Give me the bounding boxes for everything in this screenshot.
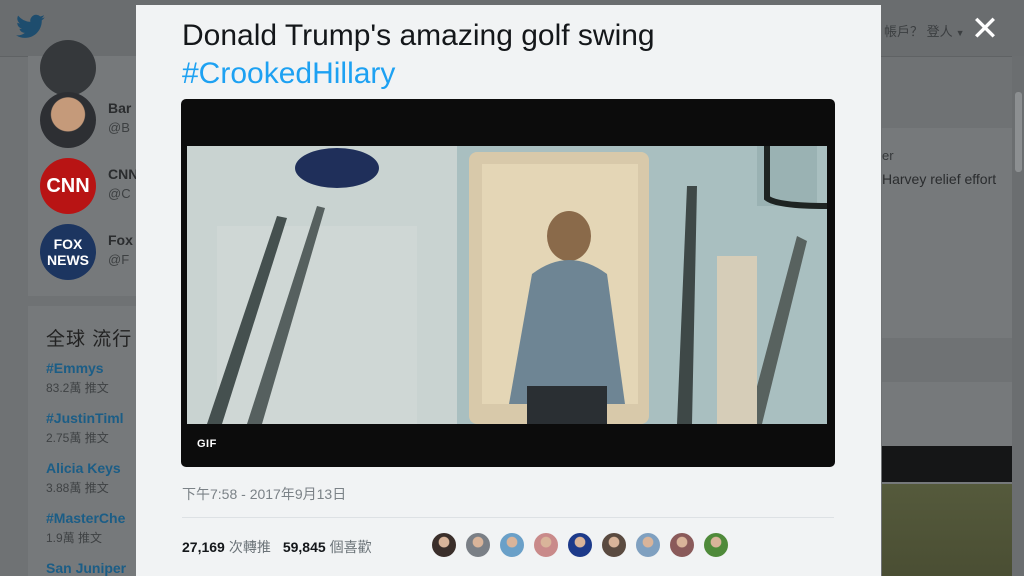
- liker-avatar[interactable]: [498, 531, 526, 559]
- trend-item[interactable]: Alicia Keys 3.88萬 推文: [46, 460, 121, 496]
- trend-name: San Juniper: [46, 560, 127, 576]
- who-to-follow-card: Bar @B CNN CNN @C FOX NEWS Fox @F: [28, 40, 139, 296]
- tweet-stats: 27,169 次轉推 59,845 個喜歡: [182, 537, 372, 557]
- avatar: [40, 40, 96, 96]
- trend-item[interactable]: #JustinTiml 2.75萬 推文: [46, 410, 124, 446]
- hashtag-link[interactable]: #CrookedHillary: [182, 55, 395, 93]
- trend-name: Alicia Keys: [46, 460, 121, 476]
- liker-avatar[interactable]: [566, 531, 594, 559]
- account-name: Bar: [108, 100, 132, 116]
- like-label: 個喜歡: [329, 539, 372, 555]
- account-handle: @B: [108, 120, 130, 135]
- like-count: 59,845: [282, 539, 326, 555]
- trends-card: 全球 流行 #Emmys 83.2萬 推文 #JustinTiml 2.75萬 …: [28, 306, 136, 576]
- retweet-label: 次轉推: [228, 539, 271, 555]
- trend-count: 2.75萬 推文: [46, 431, 109, 445]
- right-column: er Harvey relief effort: [882, 56, 1024, 576]
- liker-avatar[interactable]: [464, 531, 492, 559]
- scrollbar-thumb[interactable]: [1015, 92, 1022, 172]
- close-icon[interactable]: ✕: [968, 12, 1002, 46]
- trend-count: 1.9萬 推文: [46, 531, 103, 545]
- liker-avatar[interactable]: [702, 531, 730, 559]
- gif-frame-image: [187, 146, 827, 424]
- retweet-stat[interactable]: 27,169 次轉推: [182, 539, 271, 555]
- like-stat[interactable]: 59,845 個喜歡: [283, 539, 372, 555]
- trend-count: 3.88萬 推文: [46, 481, 109, 495]
- account-login-menu[interactable]: 帳戶？ 登人 ▼: [884, 21, 965, 40]
- divider: [182, 517, 834, 518]
- right-panel: [882, 128, 1024, 338]
- right-text-fragment: Harvey relief effort: [882, 171, 997, 187]
- account-name: CNN: [108, 166, 139, 182]
- liker-avatar[interactable]: [430, 531, 458, 559]
- account-handle: @F: [108, 252, 130, 267]
- account-name: Fox: [108, 232, 133, 248]
- trend-name: #MasterChe: [46, 510, 126, 526]
- gif-badge: GIF: [197, 438, 217, 450]
- fox-news-logo-avatar: FOX NEWS: [40, 224, 96, 280]
- liker-avatar[interactable]: [600, 531, 628, 559]
- tweet-modal: Donald Trump's amazing golf swing #Crook…: [136, 5, 881, 576]
- liker-avatar[interactable]: [532, 531, 560, 559]
- trend-item[interactable]: San Juniper: [46, 560, 126, 576]
- right-dark-strip: [882, 446, 1024, 482]
- tweet-text: Donald Trump's amazing golf swing: [182, 19, 655, 52]
- trend-item[interactable]: #Emmys 83.2萬 推文: [46, 360, 109, 396]
- liker-avatar[interactable]: [634, 531, 662, 559]
- right-image: [882, 484, 1024, 576]
- cnn-logo-avatar: CNN: [40, 158, 96, 214]
- trends-title: 全球 流行: [46, 329, 133, 350]
- trend-item[interactable]: #MasterChe 1.9萬 推文: [46, 510, 125, 546]
- liker-avatar[interactable]: [668, 531, 696, 559]
- caret-down-icon: ▼: [955, 28, 965, 38]
- avatar: [40, 92, 96, 148]
- retweet-count: 27,169: [182, 539, 225, 555]
- trend-count: 83.2萬 推文: [46, 381, 109, 395]
- tweet-timestamp[interactable]: 下午7:58 - 2017年9月13日: [182, 484, 346, 504]
- trend-name: #JustinTiml: [46, 410, 124, 426]
- account-handle: @C: [108, 186, 131, 201]
- trend-name: #Emmys: [46, 360, 104, 376]
- right-text-fragment: er: [882, 148, 894, 163]
- twitter-bird-icon: [16, 14, 45, 38]
- gif-media[interactable]: GIF: [181, 99, 835, 467]
